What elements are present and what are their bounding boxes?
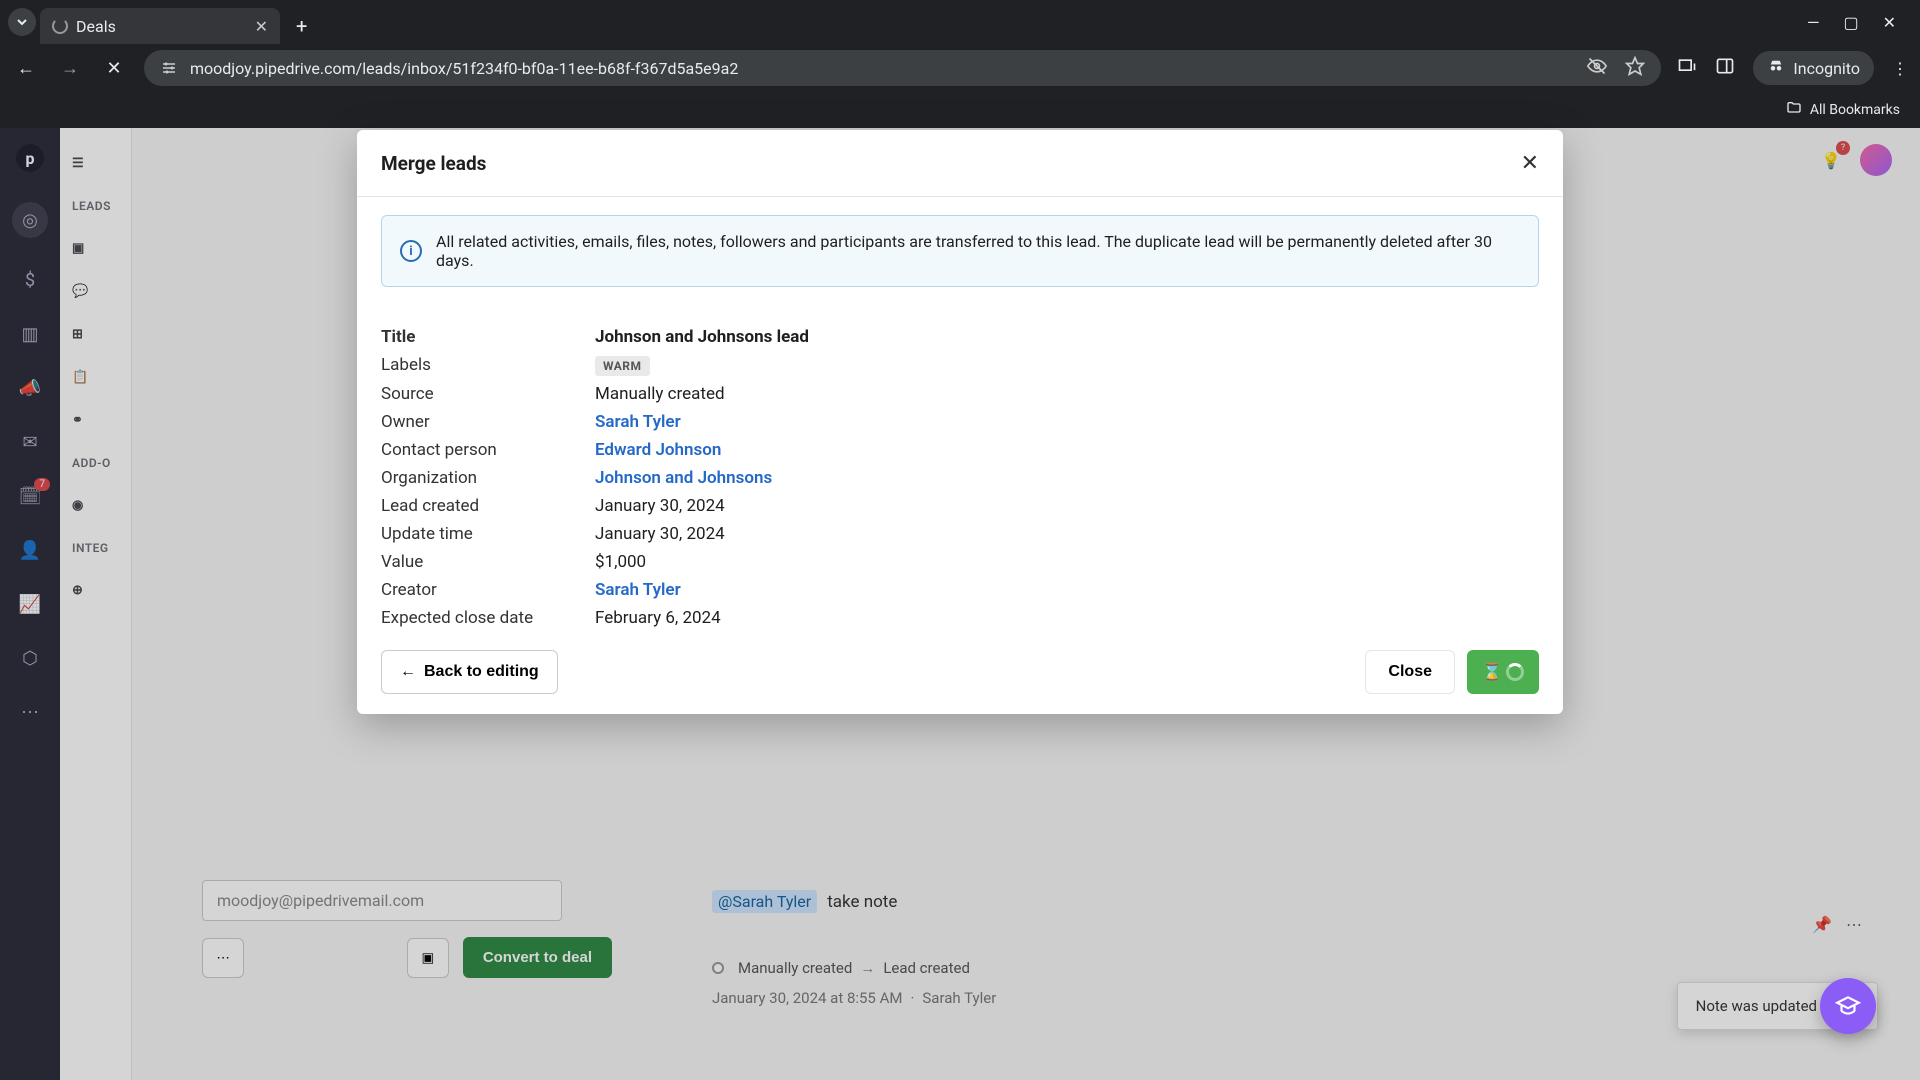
info-banner-text: All related activities, emails, files, n… xyxy=(436,232,1520,270)
row-labels-value: WARM xyxy=(595,355,1539,376)
row-creator-label: Creator xyxy=(381,580,595,600)
modal-body: i All related activities, emails, files,… xyxy=(357,197,1563,634)
row-close-date-label: Expected close date xyxy=(381,608,595,628)
media-icon[interactable] xyxy=(1677,56,1697,80)
toolbar-right: Incognito ⋮ xyxy=(1677,51,1908,85)
row-creator-value[interactable]: Sarah Tyler xyxy=(595,580,1539,600)
row-created-label: Lead created xyxy=(381,496,595,516)
row-source-value: Manually created xyxy=(595,384,1539,404)
eye-off-icon[interactable] xyxy=(1587,56,1607,80)
lead-detail-table: Title Johnson and Johnsons lead Labels W… xyxy=(381,327,1539,628)
sidepanel-icon[interactable] xyxy=(1715,56,1735,80)
row-value-value: $1,000 xyxy=(595,552,1539,572)
modal-title: Merge leads xyxy=(381,152,486,175)
arrow-left-icon: ← xyxy=(400,663,416,681)
row-owner-label: Owner xyxy=(381,412,595,432)
bookmarks-bar: All Bookmarks xyxy=(0,92,1920,128)
forward-button: → xyxy=(56,58,84,79)
info-banner: i All related activities, emails, files,… xyxy=(381,215,1539,287)
spinner-icon xyxy=(1506,663,1524,681)
close-tab-icon[interactable]: ✕ xyxy=(255,17,268,36)
address-bar[interactable]: moodjoy.pipedrive.com/leads/inbox/51f234… xyxy=(144,50,1661,86)
browser-tab[interactable]: Deals ✕ xyxy=(40,8,280,44)
browser-chrome: Deals ✕ + ― ▢ ✕ ← → ✕ moodjoy.pipedrive.… xyxy=(0,0,1920,128)
modal-close-button[interactable]: ✕ xyxy=(1521,150,1539,176)
loading-spinner-icon xyxy=(52,18,68,34)
tab-bar: Deals ✕ + ― ▢ ✕ xyxy=(0,0,1920,44)
label-badge-warm: WARM xyxy=(595,356,650,376)
close-window-button[interactable]: ✕ xyxy=(1883,13,1896,32)
tab-search-dropdown[interactable] xyxy=(8,8,36,36)
row-updated-value: January 30, 2024 xyxy=(595,524,1539,544)
row-title-label: Title xyxy=(381,327,595,347)
row-close-date-value: February 6, 2024 xyxy=(595,608,1539,628)
row-created-value: January 30, 2024 xyxy=(595,496,1539,516)
close-button[interactable]: Close xyxy=(1365,650,1455,694)
row-owner-value[interactable]: Sarah Tyler xyxy=(595,412,1539,432)
row-title-value: Johnson and Johnsons lead xyxy=(595,327,1539,347)
row-contact-value[interactable]: Edward Johnson xyxy=(595,440,1539,460)
row-value-label: Value xyxy=(381,552,595,572)
kebab-menu-icon[interactable]: ⋮ xyxy=(1892,59,1908,78)
stop-reload-button[interactable]: ✕ xyxy=(100,58,128,79)
row-contact-label: Contact person xyxy=(381,440,595,460)
graduation-cap-icon xyxy=(1835,993,1861,1019)
incognito-icon xyxy=(1767,57,1785,79)
row-source-label: Source xyxy=(381,384,595,404)
modal-overlay[interactable]: Merge leads ✕ i All related activities, … xyxy=(0,128,1920,1080)
row-org-label: Organization xyxy=(381,468,595,488)
back-to-editing-button[interactable]: ← Back to editing xyxy=(381,650,558,694)
all-bookmarks-link[interactable]: All Bookmarks xyxy=(1810,102,1900,118)
hourglass-cursor-icon: ⌛ xyxy=(1482,662,1502,682)
window-controls: ― ▢ ✕ xyxy=(1807,13,1912,32)
tab-title: Deals xyxy=(76,17,116,36)
row-labels-label: Labels xyxy=(381,355,595,376)
info-icon: i xyxy=(400,240,422,262)
modal-header: Merge leads ✕ xyxy=(357,130,1563,197)
chevron-down-icon xyxy=(16,16,28,28)
merge-submit-button-loading[interactable]: ⌛ xyxy=(1467,650,1539,694)
merge-leads-modal: Merge leads ✕ i All related activities, … xyxy=(357,130,1563,714)
help-fab[interactable] xyxy=(1820,978,1876,1034)
minimize-button[interactable]: ― xyxy=(1807,13,1820,32)
address-bar-row: ← → ✕ moodjoy.pipedrive.com/leads/inbox/… xyxy=(0,44,1920,92)
url-text: moodjoy.pipedrive.com/leads/inbox/51f234… xyxy=(190,59,1575,78)
back-button[interactable]: ← xyxy=(12,58,40,79)
row-updated-label: Update time xyxy=(381,524,595,544)
modal-footer: ← Back to editing Close ⌛ xyxy=(357,634,1563,714)
back-button-label: Back to editing xyxy=(424,663,539,681)
site-settings-icon[interactable] xyxy=(160,59,178,77)
folder-icon xyxy=(1786,100,1802,120)
incognito-label: Incognito xyxy=(1793,59,1860,78)
incognito-chip[interactable]: Incognito xyxy=(1753,51,1874,85)
star-icon[interactable] xyxy=(1625,56,1645,80)
row-org-value[interactable]: Johnson and Johnsons xyxy=(595,468,1539,488)
new-tab-button[interactable]: + xyxy=(296,14,307,38)
maximize-button[interactable]: ▢ xyxy=(1843,13,1858,32)
